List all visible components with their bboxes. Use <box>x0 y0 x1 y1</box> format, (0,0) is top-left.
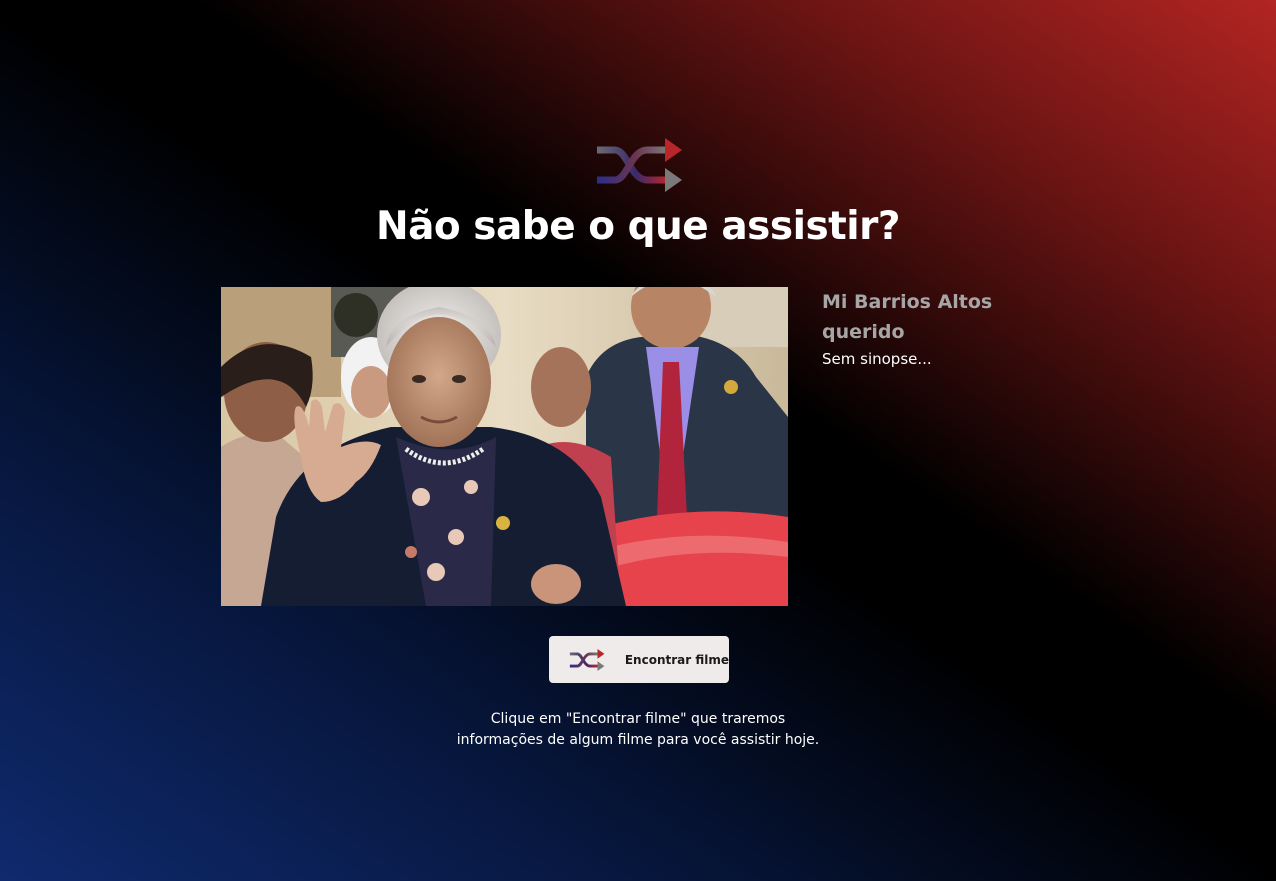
instruction-line-2: informações de algum filme para você ass… <box>456 732 820 748</box>
movie-overview: Sem sinopse... <box>822 350 932 368</box>
instruction-text: Clique em "Encontrar filme" que traremos… <box>0 709 1276 751</box>
page-title: Não sabe o que assistir? <box>375 204 901 249</box>
find-movie-button[interactable]: Encontrar filme <box>549 636 729 683</box>
instruction-line-1: Clique em "Encontrar filme" que traremos <box>490 711 786 727</box>
movie-title: Mi Barrios Altos querido <box>822 291 993 343</box>
movie-poster-image <box>221 287 788 606</box>
movie-poster <box>221 287 788 606</box>
movie-info: Mi Barrios Altos querido Sem sinopse... <box>822 287 1022 371</box>
shuffle-icon <box>597 138 682 192</box>
find-movie-button-label: Encontrar filme <box>624 652 729 667</box>
shuffle-icon <box>569 648 605 671</box>
